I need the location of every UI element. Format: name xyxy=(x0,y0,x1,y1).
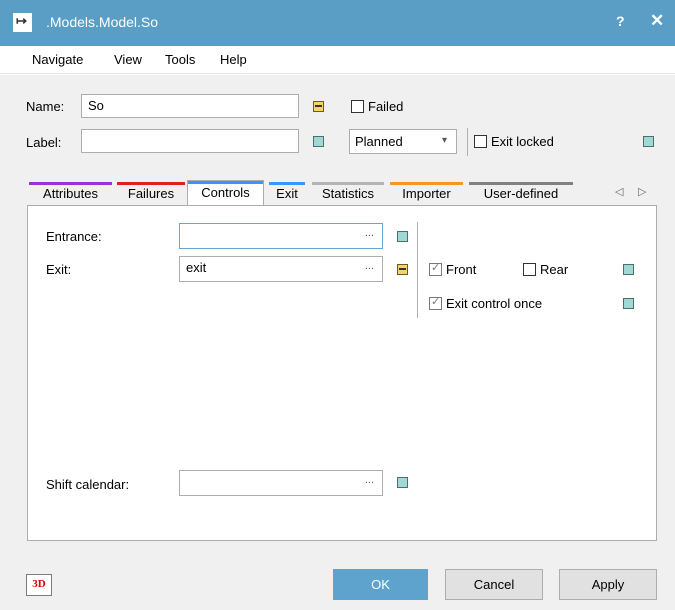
name-inherit-indicator[interactable] xyxy=(313,101,324,112)
controls-divider xyxy=(417,222,418,318)
shift-calendar-label: Shift calendar: xyxy=(46,477,130,492)
tab-attributes[interactable]: Attributes xyxy=(29,182,112,204)
rear-label: Rear xyxy=(540,262,569,277)
exit-control-once-checkbox[interactable] xyxy=(429,295,442,310)
menu-view[interactable]: View xyxy=(114,52,142,67)
front-label: Front xyxy=(446,262,477,277)
tab-color-bar xyxy=(469,182,573,185)
header-divider xyxy=(467,128,468,156)
shift-calendar-inherit-indicator[interactable] xyxy=(397,477,408,488)
front-checkbox[interactable] xyxy=(429,261,442,276)
tab-statistics[interactable]: Statistics xyxy=(312,182,384,204)
menu-help[interactable]: Help xyxy=(220,52,247,67)
entrance-inherit-indicator[interactable] xyxy=(397,231,408,242)
label-input[interactable] xyxy=(81,129,299,153)
close-button[interactable]: ✕ xyxy=(650,11,664,31)
tab-color-bar xyxy=(29,182,112,185)
menu-navigate[interactable]: Navigate xyxy=(32,52,83,67)
front-rear-inherit-indicator[interactable] xyxy=(623,264,634,275)
exit-browse-button[interactable]: ... xyxy=(365,260,374,272)
name-input[interactable]: So xyxy=(81,94,299,118)
failed-checkbox[interactable] xyxy=(351,100,364,113)
tab-exit[interactable]: Exit xyxy=(269,182,305,204)
menu-tools[interactable]: Tools xyxy=(165,52,195,67)
3d-button[interactable]: 3D xyxy=(26,574,52,596)
tab-color-bar xyxy=(117,182,185,185)
status-select[interactable]: Planned ▾ xyxy=(349,129,457,154)
exit-control-once-label: Exit control once xyxy=(446,296,543,311)
exit-inherit-indicator[interactable] xyxy=(397,264,408,275)
tab-scroll-right-icon[interactable]: ▷ xyxy=(638,185,646,198)
exit-control-once-inherit-indicator[interactable] xyxy=(623,298,634,309)
name-label: Name: xyxy=(26,99,65,114)
entrance-label: Entrance: xyxy=(46,229,102,244)
exit-input[interactable]: exit ... xyxy=(179,256,383,282)
tab-color-bar xyxy=(188,181,263,184)
exit-locked-inherit-indicator[interactable] xyxy=(643,136,654,147)
tab-color-bar xyxy=(312,182,384,185)
rear-checkbox[interactable] xyxy=(523,263,536,276)
failed-label: Failed xyxy=(368,99,404,114)
chevron-down-icon: ▾ xyxy=(441,135,447,146)
app-icon: ↦ xyxy=(13,13,32,32)
tab-importer[interactable]: Importer xyxy=(390,182,463,204)
window-title: .Models.Model.So xyxy=(46,14,159,30)
label-inherit-indicator[interactable] xyxy=(313,136,324,147)
shift-calendar-browse-button[interactable]: ... xyxy=(365,474,374,486)
tab-user-defined[interactable]: User-defined xyxy=(469,182,573,204)
tab-scroll-left-icon[interactable]: ◁ xyxy=(615,185,623,198)
ok-button[interactable]: OK xyxy=(333,569,428,600)
apply-button[interactable]: Apply xyxy=(559,569,657,600)
tab-controls[interactable]: Controls xyxy=(187,180,264,205)
label-label: Label: xyxy=(26,135,62,150)
entrance-input[interactable]: ... xyxy=(179,223,383,249)
title-bar: ↦ .Models.Model.So ? ✕ xyxy=(0,0,675,46)
tab-color-bar xyxy=(269,182,305,185)
tab-color-bar xyxy=(390,182,463,185)
entrance-browse-button[interactable]: ... xyxy=(365,227,374,239)
exit-locked-label: Exit locked xyxy=(491,134,554,149)
exit-locked-checkbox[interactable] xyxy=(474,135,487,148)
cancel-button[interactable]: Cancel xyxy=(445,569,543,600)
menu-bar: Navigate View Tools Help xyxy=(0,46,675,74)
help-button[interactable]: ? xyxy=(616,13,625,29)
shift-calendar-input[interactable]: ... xyxy=(179,470,383,496)
tab-failures[interactable]: Failures xyxy=(117,182,185,204)
status-value: Planned xyxy=(355,134,403,149)
exit-label: Exit: xyxy=(46,262,72,277)
